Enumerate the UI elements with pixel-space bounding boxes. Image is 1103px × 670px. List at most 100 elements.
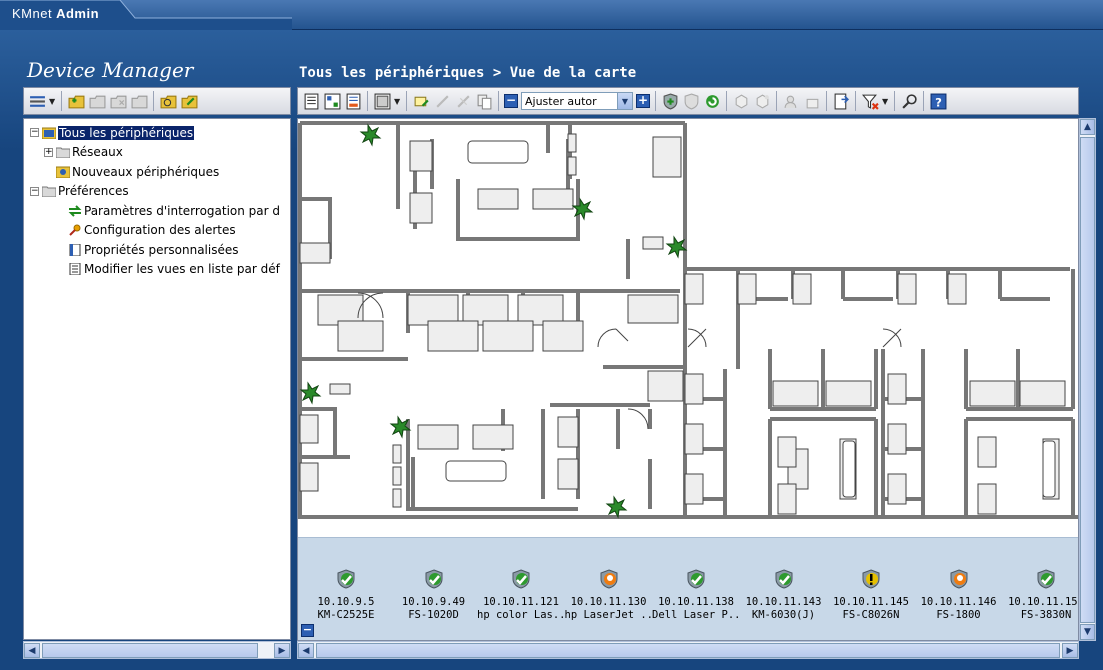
chevron-down-icon[interactable]: ▼ [617,93,632,109]
export-folder-icon[interactable] [180,92,198,110]
tree-item-all-devices[interactable]: − Tous les périphériques [30,123,280,143]
settings-icon[interactable] [803,92,821,110]
unlink-icon[interactable] [454,92,472,110]
folder-open-icon [42,127,56,139]
move-folder-icon[interactable] [130,92,148,110]
device-item[interactable]: 10.10.11.130 hp LaserJet ... [565,568,653,622]
scroll-thumb[interactable] [1080,137,1095,623]
admin-label: Admin [56,6,100,21]
tree-item-polling[interactable]: Paramètres d'interrogation par d [30,201,280,221]
collapse-icon[interactable]: − [30,186,39,196]
device-item[interactable]: 10.10.11.143 KM-6030(J) [740,568,828,622]
add-folder-icon[interactable] [67,92,85,110]
device-item[interactable]: 10.10.11.145 FS-C8026N [827,568,915,622]
device-status-icon[interactable] [753,92,771,110]
zoom-select-value: Ajuster autor [525,94,597,108]
device-model: KM-6030(J) [751,609,816,621]
scroll-down-icon[interactable]: ▼ [1080,624,1095,640]
tree-view-icon[interactable] [323,92,341,110]
device-model: Dell Laser P... [652,609,740,621]
scroll-thumb[interactable] [316,643,1060,658]
scroll-left-icon[interactable]: ◀ [298,643,314,658]
device-model: FS-1020D [408,609,459,621]
refresh-icon[interactable] [703,92,721,110]
device-status-warning-icon [862,569,880,589]
tree-toolbar: ▼ [23,87,291,115]
plant-icon [299,381,322,405]
user-icon[interactable] [782,92,800,110]
tree-item-label: Paramètres d'interrogation par d [84,203,281,218]
device-item[interactable]: 10.10.11.146 FS-1800 [915,568,1003,622]
plant-icon [605,495,628,519]
device-ip: 10.10.11.138 [658,596,734,608]
collapse-icon[interactable]: − [30,128,39,138]
zoom-out-button[interactable]: − [504,94,518,108]
new-devices-icon [56,166,70,178]
device-ip: 10.10.11.150 [1008,596,1079,608]
shield-icon[interactable] [682,92,700,110]
divider [498,91,499,111]
tree-item-new-devices[interactable]: Nouveaux périphériques [30,162,280,182]
tree-item-networks[interactable]: + Réseaux [30,143,280,163]
device-item[interactable]: 10.10.11.138 Dell Laser P... [652,568,740,622]
search-icon[interactable] [900,92,918,110]
expand-icon[interactable]: + [44,147,53,157]
device-model: FS-1800 [936,609,981,621]
delete-folder-icon[interactable] [109,92,127,110]
tree-item-list-views[interactable]: Modifier les vues en liste par déf [30,260,280,280]
tree-item-alerts[interactable]: Configuration des alertes [30,221,280,241]
tree-item-label: Propriétés personnalisées [84,242,239,257]
device-strip: 10.10.9.5 KM-C2525E 10.10.9.49 FS-1020D 10.1… [298,537,1079,640]
logo-text: KMnet [12,6,53,21]
list-view-icon[interactable] [302,92,320,110]
view-options-icon[interactable] [28,92,46,110]
top-bar: KMnet Admin [0,0,1103,30]
map-horizontal-scrollbar[interactable]: ◀ ▶ [297,641,1079,659]
find-folder-icon[interactable] [159,92,177,110]
folder-icon [56,147,70,159]
device-tree-panel: − Tous les périphériques + Réseaux Nouve… [23,118,291,640]
scroll-right-icon[interactable]: ▶ [1062,643,1078,658]
device-item[interactable]: 10.10.9.49 FS-1020D [390,568,478,622]
add-device-icon[interactable] [412,92,430,110]
device-item[interactable]: 10.10.11.150 FS-3830N [1002,568,1079,622]
scroll-thumb[interactable] [42,643,258,658]
filter-icon[interactable] [861,92,879,110]
device-ip: 10.10.11.145 [833,596,909,608]
scroll-right-icon[interactable]: ▶ [274,643,290,658]
device-status-ok-icon [425,569,442,589]
tree-item-label: Tous les périphériques [58,125,195,140]
help-icon[interactable]: ? [929,92,947,110]
report-icon[interactable] [344,92,362,110]
hide-device-icon[interactable] [732,92,750,110]
device-status-ok-icon [512,569,530,589]
scroll-left-icon[interactable]: ◀ [24,643,40,658]
tree-item-custom-properties[interactable]: Propriétés personnalisées [30,240,280,260]
chevron-down-icon[interactable]: ▼ [394,92,401,110]
breadcrumb: Tous les périphériques > Vue de la carte [299,65,637,81]
chevron-down-icon[interactable]: ▼ [882,92,889,110]
tree-item-preferences[interactable]: − Préférences [30,182,280,202]
device-status-error-icon [600,569,617,589]
map-vertical-scrollbar[interactable]: ▲ ▼ [1079,118,1096,641]
zoom-in-button[interactable]: + [636,94,650,108]
divider [855,91,856,111]
zoom-select[interactable]: Ajuster autor ▼ [521,92,633,110]
copy-icon[interactable] [475,92,493,110]
export-icon[interactable] [832,92,850,110]
chevron-down-icon[interactable]: ▼ [49,92,56,110]
map-view: 10.10.9.5 KM-C2525E 10.10.9.49 FS-1020D 10.1… [297,118,1079,641]
collapse-strip-button[interactable]: − [301,624,314,637]
scroll-up-icon[interactable]: ▲ [1080,119,1095,135]
add-shield-icon[interactable] [661,92,679,110]
tree-horizontal-scrollbar[interactable]: ◀ ▶ [23,641,291,659]
link-icon[interactable] [433,92,451,110]
device-item[interactable]: 10.10.9.5 KM-C2525E [302,568,390,622]
edit-folder-icon[interactable] [88,92,106,110]
plant-icon [359,123,382,147]
device-model: hp LaserJet ... [564,609,653,621]
device-status-ok-icon [687,569,705,589]
device-item[interactable]: 10.10.11.121 hp color Las... [477,568,565,622]
device-ip: 10.10.9.49 [401,596,466,608]
map-view-icon[interactable] [373,92,391,110]
